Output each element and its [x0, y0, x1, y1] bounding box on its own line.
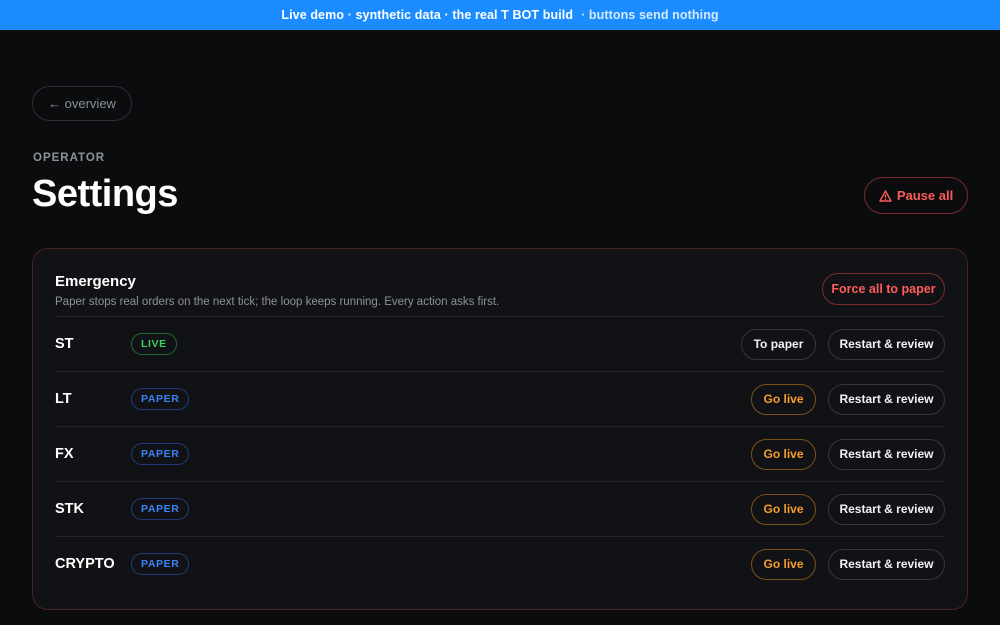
page-title: Settings — [32, 173, 178, 215]
bot-row-stk: STK PAPER Go live Restart & review — [55, 481, 945, 536]
bot-name: CRYPTO — [55, 556, 115, 572]
to-paper-button[interactable]: To paper — [741, 328, 816, 360]
restart-review-button[interactable]: Restart & review — [828, 383, 945, 415]
emergency-title: Emergency — [55, 273, 136, 290]
bot-name: ST — [55, 336, 74, 352]
emergency-panel: Emergency Paper stops real orders on the… — [32, 248, 968, 610]
go-live-button[interactable]: Go live — [751, 548, 816, 580]
mode-badge: LIVE — [131, 333, 177, 355]
go-live-button[interactable]: Go live — [751, 493, 816, 525]
go-live-button[interactable]: Go live — [751, 438, 816, 470]
mode-badge: PAPER — [131, 498, 190, 520]
page-eyebrow: OPERATOR — [33, 152, 106, 164]
bot-list: ST LIVE To paper Restart & review LT PAP… — [55, 316, 945, 591]
restart-review-button[interactable]: Restart & review — [828, 328, 945, 360]
go-live-button[interactable]: Go live — [751, 383, 816, 415]
emergency-subtitle: Paper stops real orders on the next tick… — [55, 296, 500, 308]
demo-banner: Live demo · synthetic data · the real T … — [0, 0, 1000, 30]
mode-badge: PAPER — [131, 443, 190, 465]
bot-row-lt: LT PAPER Go live Restart & review — [55, 371, 945, 426]
mode-badge: PAPER — [131, 553, 190, 575]
banner-note: · buttons send nothing — [581, 8, 719, 22]
mode-badge: PAPER — [131, 388, 190, 410]
banner-text: Live demo · synthetic data · the real T … — [281, 8, 574, 22]
force-all-to-paper-button[interactable]: Force all to paper — [822, 273, 945, 305]
bot-name: LT — [55, 391, 72, 407]
bot-name: STK — [55, 501, 84, 517]
pause-all-button[interactable]: Pause all — [864, 177, 968, 214]
bot-row-crypto: CRYPTO PAPER Go live Restart & review — [55, 536, 945, 591]
warning-icon — [879, 189, 892, 202]
restart-review-button[interactable]: Restart & review — [828, 438, 945, 470]
pause-all-label: Pause all — [896, 188, 954, 203]
bot-row-fx: FX PAPER Go live Restart & review — [55, 426, 945, 481]
bot-row-st: ST LIVE To paper Restart & review — [55, 316, 945, 371]
restart-review-button[interactable]: Restart & review — [828, 548, 945, 580]
bot-name: FX — [55, 446, 74, 462]
restart-review-button[interactable]: Restart & review — [828, 493, 945, 525]
back-to-overview-button[interactable]: ← overview — [32, 86, 132, 121]
